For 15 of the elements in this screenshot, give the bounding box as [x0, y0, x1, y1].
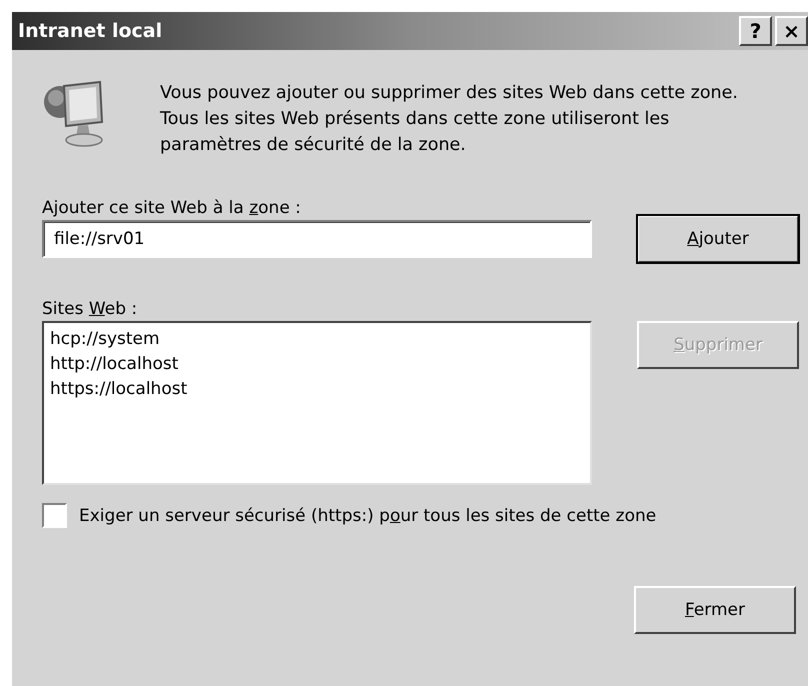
list-label: Sites Web :: [42, 298, 138, 321]
sites-list[interactable]: hcp://system http://localhost https://localhost: [42, 321, 592, 485]
field-label: Ajouter ce site Web à la zone :: [42, 197, 302, 220]
description-text: Vous pouvez ajouter ou supprimer des sites Web dans cette zone. Tous les sites Web présents dans cette zone utiliseront les paramètres de sécurité de la zone.: [160, 82, 739, 157]
help-button[interactable]: ?: [739, 16, 772, 46]
checkbox[interactable]: [42, 503, 67, 528]
list-item[interactable]: http://localhost: [50, 352, 178, 377]
list-item[interactable]: hcp://system: [50, 327, 160, 352]
close-dialog-button[interactable]: Fermer: [634, 586, 796, 634]
close-button[interactable]: ×: [775, 16, 808, 46]
checkbox-label: Exiger un serveur sécurisé (https:) pour tous les sites de cette zone: [79, 506, 656, 526]
site-input-field[interactable]: file://srv01: [42, 220, 592, 258]
list-item[interactable]: https://localhost: [50, 377, 188, 402]
add-button[interactable]: Ajouter: [637, 215, 799, 263]
window-title: Intranet local: [18, 20, 162, 42]
